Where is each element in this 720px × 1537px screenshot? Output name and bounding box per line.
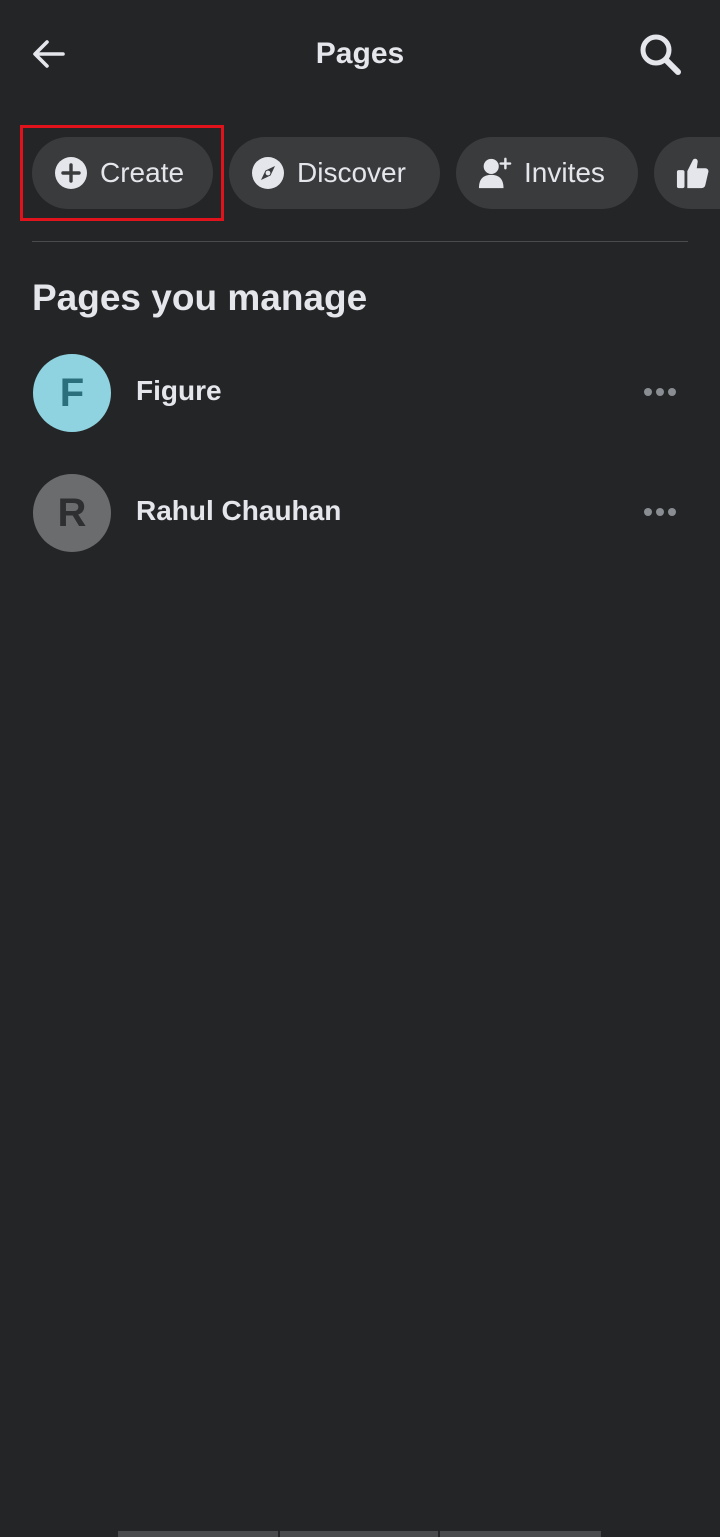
managed-page-row[interactable]: F Figure: [0, 342, 720, 442]
plus-circle-icon: [54, 156, 88, 190]
create-chip[interactable]: Create: [32, 137, 213, 209]
bottom-nav-segment: [118, 1531, 278, 1537]
page-name: Rahul Chauhan: [136, 495, 342, 526]
bottom-nav-segment: [280, 1531, 438, 1537]
discover-chip-label: Discover: [297, 157, 406, 188]
search-icon: [640, 34, 681, 75]
invites-chip[interactable]: Invites: [456, 137, 638, 209]
create-chip-label: Create: [100, 157, 185, 188]
pages-shortcut-chips: Create Discover Invites: [32, 137, 720, 209]
more-dots-icon: [642, 383, 678, 401]
avatar: F: [33, 354, 111, 432]
person-add-icon: [478, 156, 512, 190]
more-options-button[interactable]: [636, 376, 684, 408]
more-options-button[interactable]: [636, 496, 684, 528]
search-button[interactable]: [636, 30, 684, 78]
page-title: Pages: [315, 37, 405, 70]
arrow-left-icon: [33, 40, 65, 68]
invites-chip-label: Invites: [524, 157, 605, 188]
liked-pages-chip[interactable]: [654, 137, 720, 209]
more-dots-icon: [642, 503, 678, 521]
managed-page-row[interactable]: R Rahul Chauhan: [0, 462, 720, 562]
compass-icon: [251, 156, 285, 190]
page-name: Figure: [136, 375, 222, 406]
top-app-bar: Pages: [0, 0, 720, 110]
pages-screen: Pages Create Discover Invites Pages you …: [0, 0, 720, 1537]
section-title: Pages you manage: [32, 277, 368, 318]
divider: [32, 241, 688, 242]
thumbs-up-icon: [676, 156, 710, 190]
bottom-nav-segment: [440, 1531, 601, 1537]
discover-chip[interactable]: Discover: [229, 137, 440, 209]
avatar: R: [33, 474, 111, 552]
back-button[interactable]: [28, 34, 68, 74]
